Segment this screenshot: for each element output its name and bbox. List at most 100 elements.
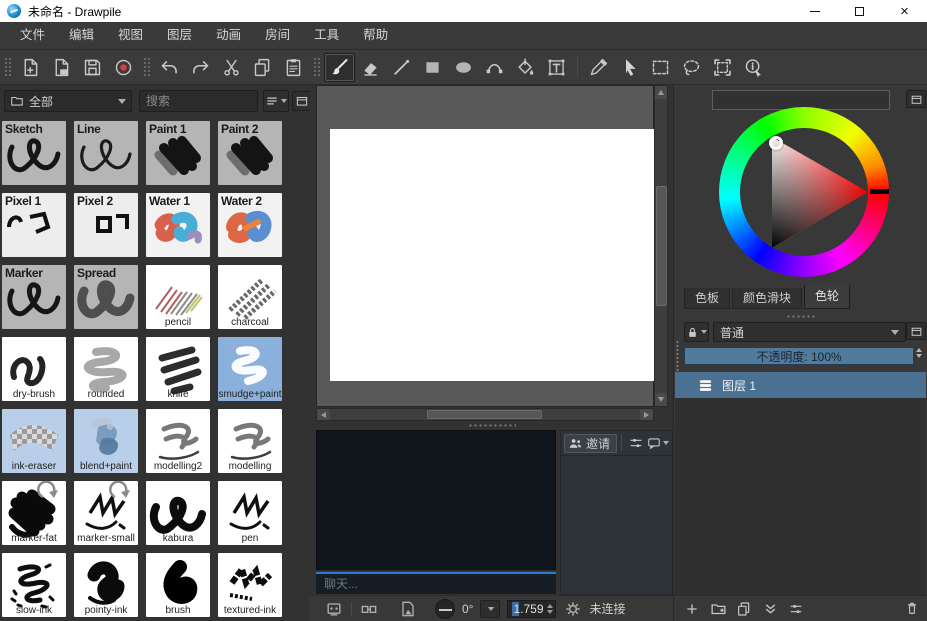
brush-preset-smudge-paint[interactable]: smudge+paint <box>218 337 282 401</box>
scroll-right-button[interactable] <box>640 409 653 420</box>
layer-row[interactable]: 图层 1 <box>675 372 926 398</box>
rotation-dropdown-button[interactable] <box>480 600 500 618</box>
tab-color-sliders[interactable]: 颜色滑块 <box>732 288 802 309</box>
minimize-button[interactable] <box>792 0 837 22</box>
save-button[interactable] <box>77 53 108 82</box>
color-selector-cursor[interactable] <box>769 136 783 150</box>
brush-preset-marker-fat[interactable]: marker-fat <box>2 481 66 545</box>
brush-preset-pixel-2[interactable]: Pixel 2 <box>74 193 138 257</box>
brush-preset-marker-small[interactable]: marker-small <box>74 481 138 545</box>
redo-button[interactable] <box>185 53 216 82</box>
brush-preset-line[interactable]: Line <box>74 121 138 185</box>
saturation-value-triangle[interactable] <box>719 107 889 277</box>
color-picker-button[interactable] <box>583 53 614 82</box>
brush-preset-spread[interactable]: Spread <box>74 265 138 329</box>
brush-panel-menu-button[interactable] <box>263 90 289 112</box>
menu-item-2[interactable]: 视图 <box>106 22 155 49</box>
line-button[interactable] <box>386 53 417 82</box>
brush-panel-detach-button[interactable] <box>292 91 312 111</box>
layer-panel-detach-button[interactable] <box>906 322 926 340</box>
layer-opacity-slider[interactable]: 不透明度: 100% <box>684 347 914 365</box>
color-panel-detach-button[interactable] <box>906 90 926 108</box>
eraser-button[interactable] <box>355 53 386 82</box>
brush-preset-water-2[interactable]: Water 2 <box>218 193 282 257</box>
brush-preset-ink-eraser[interactable]: ink-eraser <box>2 409 66 473</box>
brush-preset-sketch[interactable]: Sketch <box>2 121 66 185</box>
toolbar-drag-handle[interactable] <box>142 56 151 78</box>
scroll-down-button[interactable] <box>655 393 667 406</box>
brush-preset-knife[interactable]: knife <box>146 337 210 401</box>
vertical-scrollbar[interactable] <box>654 85 668 407</box>
brush-folder-dropdown[interactable]: 全部 <box>4 90 132 112</box>
select-rect-button[interactable] <box>645 53 676 82</box>
inspector-button[interactable] <box>738 53 769 82</box>
chat-splitter-handle[interactable] <box>468 423 516 428</box>
brush-preset-charcoal[interactable]: charcoal <box>218 265 282 329</box>
layer-lock-button[interactable] <box>684 322 709 342</box>
chat-input[interactable] <box>316 572 556 594</box>
ellipse-button[interactable] <box>448 53 479 82</box>
session-settings-button[interactable] <box>625 433 647 453</box>
brush-preset-paint-1[interactable]: Paint 1 <box>146 121 210 185</box>
user-pointers-toggle-icon[interactable] <box>324 599 344 619</box>
menu-item-4[interactable]: 动画 <box>204 22 253 49</box>
canvas-document[interactable] <box>330 129 655 381</box>
brush-preset-brush[interactable]: brush <box>146 553 210 617</box>
open-file-button[interactable] <box>46 53 77 82</box>
brush-preset-textured-ink[interactable]: textured-ink <box>218 553 282 617</box>
toolbar-drag-handle[interactable] <box>312 56 321 78</box>
panel-splitter-handle[interactable] <box>786 314 816 319</box>
undo-button[interactable] <box>154 53 185 82</box>
brush-preset-modelling[interactable]: modelling <box>218 409 282 473</box>
scroll-up-button[interactable] <box>655 86 667 99</box>
delete-layer-button[interactable] <box>900 597 924 619</box>
text-button[interactable] <box>541 53 572 82</box>
menu-item-1[interactable]: 编辑 <box>57 22 106 49</box>
fill-button[interactable] <box>510 53 541 82</box>
blend-mode-dropdown[interactable]: 普通 <box>713 322 906 342</box>
brush-preset-water-1[interactable]: Water 1 <box>146 193 210 257</box>
layer-properties-button[interactable] <box>784 598 808 620</box>
zoom-spinbox[interactable]: 1.759 <box>507 600 555 618</box>
canvas-viewport[interactable] <box>316 85 654 407</box>
brush-preset-paint-2[interactable]: Paint 2 <box>218 121 282 185</box>
new-file-button[interactable] <box>15 53 46 82</box>
gear-icon[interactable] <box>563 599 583 619</box>
rotation-dial[interactable] <box>435 599 455 619</box>
spin-up-icon[interactable] <box>547 604 553 608</box>
horizontal-scrollbar[interactable] <box>316 408 654 421</box>
brush-preset-pixel-1[interactable]: Pixel 1 <box>2 193 66 257</box>
brush-preset-dry-brush[interactable]: dry-brush <box>2 337 66 401</box>
menu-item-0[interactable]: 文件 <box>8 22 57 49</box>
scroll-left-button[interactable] <box>317 409 330 420</box>
laser-pointer-button[interactable] <box>614 53 645 82</box>
canvas-background-icon[interactable] <box>398 599 418 619</box>
menu-item-3[interactable]: 图层 <box>155 22 204 49</box>
brush-preset-pen[interactable]: pen <box>218 481 282 545</box>
curve-button[interactable] <box>479 53 510 82</box>
add-layer-button[interactable] <box>680 598 704 620</box>
brush-preset-marker[interactable]: Marker <box>2 265 66 329</box>
duplicate-layer-button[interactable] <box>732 598 756 620</box>
brush-search-input[interactable] <box>139 90 258 112</box>
brush-preset-pencil[interactable]: pencil <box>146 265 210 329</box>
opacity-spinner[interactable] <box>916 348 922 358</box>
brush-preset-pointy-ink[interactable]: pointy-ink <box>74 553 138 617</box>
transform-button[interactable] <box>707 53 738 82</box>
merge-layer-button[interactable] <box>758 598 782 620</box>
cut-button[interactable] <box>216 53 247 82</box>
close-button[interactable]: × <box>882 0 927 22</box>
select-lasso-button[interactable] <box>676 53 707 82</box>
invite-button[interactable]: 邀请 <box>564 434 617 453</box>
toolbar-drag-handle[interactable] <box>3 56 12 78</box>
brush-preset-modelling2[interactable]: modelling2 <box>146 409 210 473</box>
add-group-button[interactable] <box>706 598 730 620</box>
paste-button[interactable] <box>278 53 309 82</box>
horizontal-scroll-thumb[interactable] <box>427 410 542 419</box>
rectangle-button[interactable] <box>417 53 448 82</box>
maximize-button[interactable] <box>837 0 882 22</box>
tab-palette[interactable]: 色板 <box>684 288 730 309</box>
copy-button[interactable] <box>247 53 278 82</box>
menu-item-6[interactable]: 工具 <box>302 22 351 49</box>
brush-preset-slow-ink[interactable]: slow-ink <box>2 553 66 617</box>
